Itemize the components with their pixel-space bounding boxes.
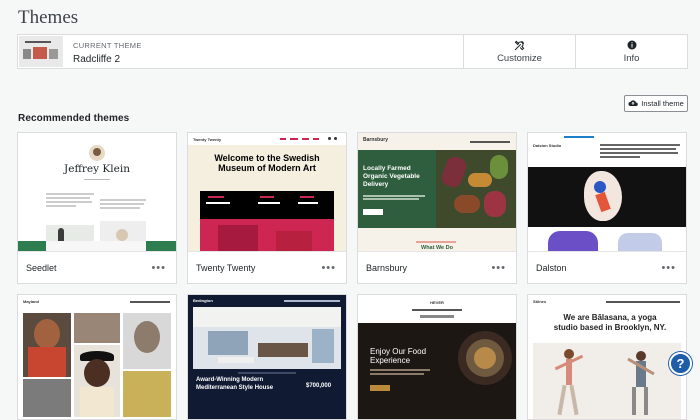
theme-footer-seedlet: Seedlet ••• [18, 251, 176, 283]
more-options-button[interactable]: ••• [321, 262, 336, 274]
stilnes-heading: We are Bālasana, a yoga studio based in … [553, 313, 667, 332]
theme-screenshot-seedlet: Jeffrey Klein [18, 133, 176, 251]
current-theme-label: CURRENT THEME [73, 41, 142, 50]
more-options-button[interactable]: ••• [151, 262, 166, 274]
recommended-themes-heading: Recommended themes [18, 113, 130, 124]
theme-name: Dalston [536, 262, 567, 273]
theme-card-seedlet[interactable]: Jeffrey Klein Seedlet ••• [17, 132, 177, 284]
dalston-site-title: Dalston Studio [533, 143, 562, 148]
barnsbury-site-title: Barnsbury [363, 137, 389, 143]
theme-card-hever[interactable]: HEVER Enjoy Our Food Experience [357, 294, 517, 420]
install-theme-label: Install theme [641, 99, 684, 108]
theme-card-bedington[interactable]: Bedington Award-Winning Modern Mediterra… [187, 294, 347, 420]
theme-card-mayland[interactable]: Mayland [17, 294, 177, 420]
theme-screenshot-twenty-twenty: Twenty Twenty Welcome to the Swedish Mus… [188, 133, 346, 251]
theme-footer-dalston: Dalston ••• [528, 251, 686, 283]
page-title: Themes [18, 7, 79, 28]
bedington-heading: Award-Winning Modern Mediterranean Style… [196, 377, 274, 391]
theme-screenshot-barnsbury: Barnsbury Locally Farmed Organic Vegetab… [358, 133, 516, 251]
current-theme-bar: CURRENT THEME Radcliffe 2 Customize Info [17, 34, 688, 69]
install-theme-button[interactable]: Install theme [624, 95, 688, 112]
more-options-button[interactable]: ••• [661, 262, 676, 274]
help-icon: ? [676, 356, 685, 371]
twenty-heading: Welcome to the Swedish Museum of Modern … [214, 153, 320, 173]
theme-screenshot-bedington: Bedington Award-Winning Modern Mediterra… [188, 295, 346, 419]
wrench-icon [514, 40, 525, 51]
theme-name: Barnsbury [366, 262, 408, 273]
mayland-site-title: Mayland [23, 299, 40, 304]
info-label: Info [623, 52, 640, 64]
theme-screenshot-stilnes: Stilnes We are Bālasana, a yoga studio b… [528, 295, 686, 419]
barnsbury-heading: Locally Farmed Organic Vegetable Deliver… [363, 165, 420, 188]
theme-card-stilnes[interactable]: Stilnes We are Bālasana, a yoga studio b… [527, 294, 687, 420]
hever-heading: Enjoy Our Food Experience [370, 347, 427, 365]
theme-card-barnsbury[interactable]: Barnsbury Locally Farmed Organic Vegetab… [357, 132, 517, 284]
current-theme-thumbnail[interactable] [19, 36, 63, 67]
info-icon [627, 40, 637, 51]
customize-button[interactable]: Customize [463, 35, 575, 68]
cloud-upload-icon [628, 99, 638, 109]
theme-screenshot-mayland: Mayland [18, 295, 176, 419]
theme-name: Seedlet [26, 262, 57, 273]
stilnes-site-title: Stilnes [533, 299, 547, 304]
hever-site-title: HEVER [430, 300, 444, 305]
info-button[interactable]: Info [575, 35, 687, 68]
help-button[interactable]: ? [669, 352, 692, 375]
twenty-site-title: Twenty Twenty [193, 137, 222, 142]
theme-footer-barnsbury: Barnsbury ••• [358, 251, 516, 283]
theme-footer-twenty-twenty: Twenty Twenty ••• [188, 251, 346, 283]
theme-screenshot-hever: HEVER Enjoy Our Food Experience [358, 295, 516, 419]
customize-label: Customize [497, 52, 542, 64]
theme-card-dalston[interactable]: Dalston Studio Dalston ••• [527, 132, 687, 284]
bedington-site-title: Bedington [193, 298, 213, 303]
theme-screenshot-dalston: Dalston Studio [528, 133, 686, 251]
current-theme-name: Radcliffe 2 [73, 54, 121, 65]
theme-name: Twenty Twenty [196, 262, 256, 273]
more-options-button[interactable]: ••• [491, 262, 506, 274]
theme-card-twenty-twenty[interactable]: Twenty Twenty Welcome to the Swedish Mus… [187, 132, 347, 284]
seedlet-site-title: Jeffrey Klein [64, 163, 130, 175]
current-theme-info: CURRENT THEME Radcliffe 2 [69, 35, 463, 68]
bedington-price: $700,000 [306, 383, 332, 389]
